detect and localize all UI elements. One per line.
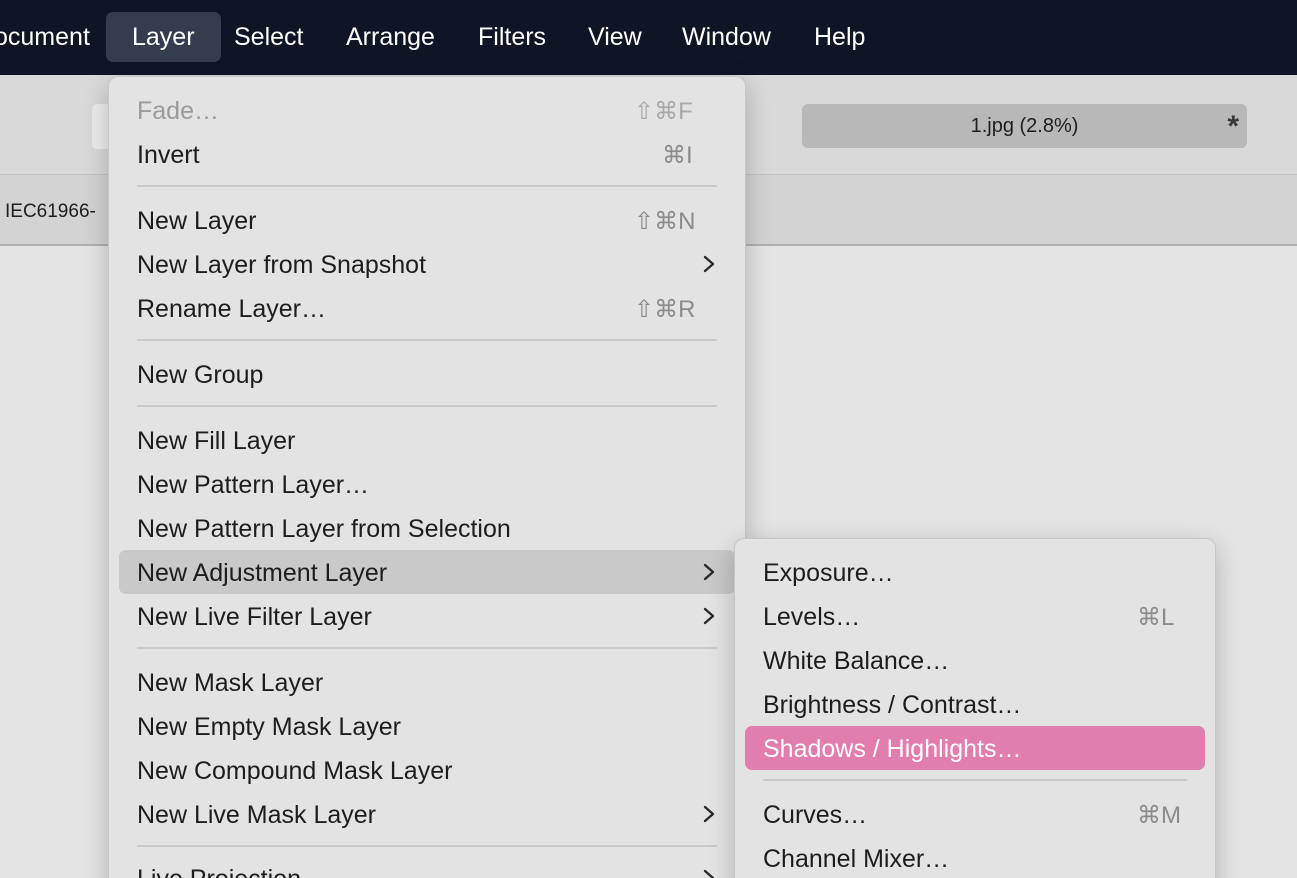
menu-layer[interactable]: Layer	[106, 12, 221, 62]
menu-item-label: Fade…	[137, 97, 219, 125]
menu-select[interactable]: Select	[234, 12, 303, 62]
menu-item-label: New Empty Mask Layer	[137, 713, 401, 741]
submenu-item-exposure[interactable]: Exposure…	[745, 550, 1205, 594]
menu-item-new-compound-mask-layer[interactable]: New Compound Mask Layer	[119, 748, 735, 792]
menu-item-label: Shadows / Highlights…	[763, 735, 1022, 763]
menu-item-label: New Group	[137, 361, 264, 389]
menu-item-new-layer-from-snapshot[interactable]: New Layer from Snapshot	[119, 242, 735, 286]
layer-menu: Fade… ⇧⌘F Invert ⌘I New Layer ⇧⌘N New La…	[108, 76, 746, 878]
menu-item-label: New Layer	[137, 207, 257, 235]
menu-item-label: New Fill Layer	[137, 427, 296, 455]
menu-separator	[137, 405, 717, 407]
menu-item-label: Live Projection	[137, 865, 301, 878]
document-title-box: 1.jpg (2.8%) *	[802, 104, 1247, 148]
shortcut-label: ⇧⌘R	[634, 296, 696, 323]
menu-view[interactable]: View	[588, 12, 642, 62]
menu-item-new-adjustment-layer[interactable]: New Adjustment Layer	[119, 550, 735, 594]
menu-item-label: New Layer from Snapshot	[137, 251, 427, 279]
shortcut-label: ⌘M	[1137, 802, 1181, 829]
menu-separator	[137, 845, 717, 847]
menu-item-live-projection[interactable]: Live Projection	[119, 856, 735, 878]
menu-document[interactable]: ocument	[0, 12, 90, 62]
menu-item-label: Curves…	[763, 801, 868, 829]
submenu-item-curves[interactable]: Curves… ⌘M	[745, 792, 1205, 836]
menu-item-label: Rename Layer…	[137, 295, 326, 323]
menu-bar: ocument Layer Select Arrange Filters Vie…	[0, 0, 1297, 75]
submenu-item-channel-mixer[interactable]: Channel Mixer…	[745, 836, 1205, 878]
menu-item-label: Levels…	[763, 603, 861, 631]
menu-item-rename-layer[interactable]: Rename Layer… ⇧⌘R	[119, 286, 735, 330]
menu-item-new-live-mask-layer[interactable]: New Live Mask Layer	[119, 792, 735, 836]
menu-item-new-empty-mask-layer[interactable]: New Empty Mask Layer	[119, 704, 735, 748]
modified-indicator: *	[1227, 110, 1239, 143]
chevron-right-icon	[701, 805, 717, 823]
menu-item-new-pattern-layer[interactable]: New Pattern Layer…	[119, 462, 735, 506]
menu-window[interactable]: Window	[682, 12, 771, 62]
menu-separator	[137, 647, 717, 649]
adjustment-submenu: Exposure… Levels… ⌘L White Balance… Brig…	[734, 538, 1216, 878]
menu-item-invert[interactable]: Invert ⌘I	[119, 132, 735, 176]
menu-item-label: New Mask Layer	[137, 669, 324, 697]
menu-separator	[137, 339, 717, 341]
menu-item-label: Exposure…	[763, 559, 894, 587]
chevron-right-icon	[701, 255, 717, 273]
menu-item-label: Channel Mixer…	[763, 845, 950, 873]
menu-item-new-live-filter-layer[interactable]: New Live Filter Layer	[119, 594, 735, 638]
chevron-right-icon	[701, 869, 717, 878]
menu-item-new-pattern-layer-from-selection[interactable]: New Pattern Layer from Selection	[119, 506, 735, 550]
chevron-right-icon	[701, 607, 717, 625]
menu-item-label: New Pattern Layer from Selection	[137, 515, 511, 543]
menu-item-label: New Live Mask Layer	[137, 801, 376, 829]
menu-separator	[137, 185, 717, 187]
document-title: 1.jpg (2.8%)	[970, 115, 1079, 137]
menu-separator	[763, 779, 1187, 781]
submenu-item-levels[interactable]: Levels… ⌘L	[745, 594, 1205, 638]
shortcut-label: ⇧⌘F	[634, 98, 693, 125]
menu-item-label: New Adjustment Layer	[137, 559, 388, 587]
submenu-item-shadows-highlights[interactable]: Shadows / Highlights…	[745, 726, 1205, 770]
document-tab[interactable]: IEC61966-	[5, 201, 96, 223]
menu-item-label: New Live Filter Layer	[137, 603, 372, 631]
menu-item-label: New Pattern Layer…	[137, 471, 370, 499]
menu-arrange[interactable]: Arrange	[346, 12, 435, 62]
shortcut-label: ⇧⌘N	[634, 208, 696, 235]
menu-item-new-group[interactable]: New Group	[119, 352, 735, 396]
menu-item-new-fill-layer[interactable]: New Fill Layer	[119, 418, 735, 462]
submenu-item-white-balance[interactable]: White Balance…	[745, 638, 1205, 682]
menu-item-label: New Compound Mask Layer	[137, 757, 453, 785]
menu-item-fade: Fade… ⇧⌘F	[119, 88, 735, 132]
menu-item-label: White Balance…	[763, 647, 950, 675]
chevron-right-icon	[701, 563, 717, 581]
menu-item-new-mask-layer[interactable]: New Mask Layer	[119, 660, 735, 704]
shortcut-label: ⌘I	[662, 142, 693, 169]
menu-item-label: Invert	[137, 141, 200, 169]
submenu-item-brightness-contrast[interactable]: Brightness / Contrast…	[745, 682, 1205, 726]
menu-item-new-layer[interactable]: New Layer ⇧⌘N	[119, 198, 735, 242]
menu-help[interactable]: Help	[814, 12, 865, 62]
shortcut-label: ⌘L	[1137, 604, 1175, 631]
menu-item-label: Brightness / Contrast…	[763, 691, 1022, 719]
menu-filters[interactable]: Filters	[478, 12, 546, 62]
